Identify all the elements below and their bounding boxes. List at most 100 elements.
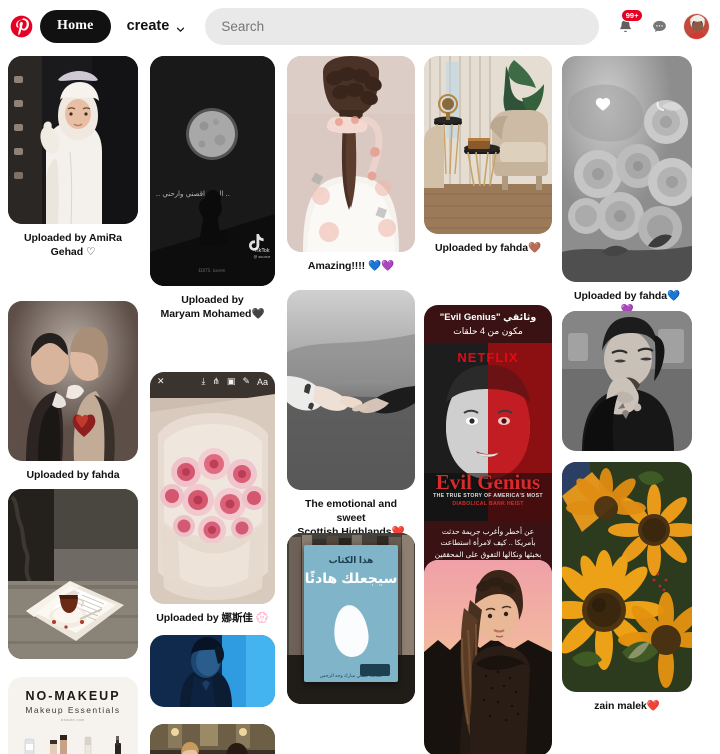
pin-card[interactable]: Uploaded by fahda🤎: [424, 56, 552, 255]
pin-caption: Uploaded by fahda🤎: [424, 234, 552, 255]
notifications-button[interactable]: 99+: [611, 9, 643, 40]
share-icon[interactable]: ⋔: [212, 376, 220, 387]
pin-caption: zain malek❤️: [562, 692, 692, 713]
pin-card[interactable]: هذا الكتاب سيجعلك هادئًا الكاتب حسني مبا…: [287, 533, 415, 704]
publisher-logo-icon: [360, 663, 391, 676]
pin-image-bride-hijab[interactable]: [8, 56, 138, 224]
red-heart-icon: ❤️: [646, 700, 660, 712]
tagline-line-2: DIABOLICAL BANK HEIST: [452, 501, 524, 508]
pin-card[interactable]: zain malek❤️: [562, 462, 692, 713]
product-cell: CREAMY foundation: [46, 731, 71, 754]
netflix-header-line-2: مكون من 4 حلقات: [453, 326, 523, 337]
pin-card[interactable]: NO-MAKEUP Makeup Essentials beaute.com P…: [8, 677, 138, 754]
caption-text: zain malek: [594, 700, 647, 712]
pin-card[interactable]: .. الشئ اقصني وارحني .. TikTok @ source …: [150, 56, 275, 321]
infographic-title: NO-MAKEUP: [25, 689, 121, 703]
netflix-header-line-1: وثائقي "Evil Genius": [439, 312, 537, 323]
create-menu-button[interactable]: create: [117, 10, 196, 42]
pin-card[interactable]: The emotional and sweet Scottish Highlan…: [287, 290, 415, 540]
blue-purple-hearts-icon: 💙💜: [368, 260, 395, 272]
infographic-footnote: beaute.com: [61, 718, 85, 722]
pin-image-two-figures-heart[interactable]: [8, 301, 138, 461]
feather-icon: [331, 603, 371, 659]
notifications-badge: 99+: [621, 9, 643, 22]
book-line-2: سيجعلك هادئًا: [304, 569, 398, 586]
search-input[interactable]: [205, 7, 599, 45]
pin-masonry-grid: Uploaded by AmiRa Gehad ♡ Uploaded by fa…: [0, 52, 720, 754]
infographic-subtitle: Makeup Essentials: [25, 705, 121, 715]
heart-outline-icon: ♡: [85, 246, 96, 259]
avatar[interactable]: [683, 12, 710, 40]
netflix-tagline: THE TRUE STORY OF AMERICA'S MOST DIABOLI…: [424, 493, 552, 509]
caption-text: Uploaded by 娜斯佳: [156, 612, 253, 624]
messages-button[interactable]: [645, 12, 673, 40]
pin-card[interactable]: Uploaded by fahda: [8, 301, 138, 482]
pin-card[interactable]: [562, 311, 692, 451]
pin-caption: Uploaded by fahda: [26, 469, 120, 481]
pin-card[interactable]: Amazing!!!! 💙💜: [287, 56, 415, 273]
close-icon[interactable]: ✕: [157, 376, 165, 387]
product-icon: [105, 731, 130, 754]
caption-line-1: Uploaded by: [181, 294, 244, 306]
pin-caption: Uploaded by AmiRa Gehad ♡: [8, 224, 138, 259]
svg-text:@ source: @ source: [254, 255, 271, 259]
netflix-pin-header: وثائقي "Evil Genius" مكون من 4 حلقات: [424, 305, 552, 343]
pin-card[interactable]: Uploaded by AmiRa Gehad ♡: [8, 56, 138, 259]
pin-image-living-room-decor[interactable]: [424, 56, 552, 234]
pin-image-arabic-book-cover[interactable]: هذا الكتاب سيجعلك هادئًا الكاتب حسني مبا…: [287, 533, 415, 704]
pin-image-girl-sunset[interactable]: [424, 560, 552, 754]
instagram-story-toolbar: ✕ ⤓ ⋔ ▣ ✎ Aa: [150, 376, 275, 387]
caption-text: Uploaded by AmiRa Gehad: [24, 232, 122, 259]
product-icon: [46, 731, 71, 754]
pin-image-pink-rose-bouquet[interactable]: ✕ ⤓ ⋔ ▣ ✎ Aa: [150, 372, 275, 604]
pin-image-white-roses-bw[interactable]: [562, 56, 692, 282]
book-cover: هذا الكتاب سيجعلك هادئًا الكاتب حسني مبا…: [303, 544, 399, 682]
pin-image-man-blue-portrait[interactable]: [150, 635, 275, 707]
download-icon[interactable]: ⤓: [201, 376, 205, 387]
pin-card[interactable]: [150, 635, 275, 707]
story-tools: ⤓ ⋔ ▣ ✎ Aa: [201, 376, 268, 387]
pin-caption: Uploaded by Maryam Mohamed🖤: [150, 286, 275, 321]
caption-line-2: Maryam Mohamed🖤: [154, 307, 271, 321]
caption-text: Uploaded by fahda: [434, 242, 529, 254]
pin-card[interactable]: Uploaded by fahda💙 💜: [562, 56, 692, 317]
caption-text: Amazing!!!!: [307, 260, 366, 272]
search-container: [201, 7, 605, 45]
pin-card[interactable]: [424, 560, 552, 754]
sticker-icon[interactable]: ▣: [227, 376, 236, 387]
create-label: create: [126, 18, 170, 34]
top-navigation-bar: Home create 99+: [0, 0, 720, 52]
pin-image-no-makeup-essentials[interactable]: NO-MAKEUP Makeup Essentials beaute.com P…: [8, 677, 138, 754]
no-makeup-infographic: NO-MAKEUP Makeup Essentials beaute.com P…: [8, 677, 138, 754]
pin-caption: Amazing!!!! 💙💜: [287, 252, 415, 273]
pin-image-couple-ballroom[interactable]: [150, 724, 275, 754]
pin-image-book-and-tea[interactable]: [8, 489, 138, 659]
draw-icon[interactable]: ✎: [242, 376, 250, 387]
pin-image-reaching-hands-bw[interactable]: [287, 290, 415, 490]
pin-image-braided-ponytail[interactable]: [287, 56, 415, 252]
svg-text:TikTok: TikTok: [253, 248, 269, 254]
pin-card[interactable]: [8, 489, 138, 659]
product-icon: [75, 731, 101, 754]
product-cell: TINTED CREAM light coverage: [75, 731, 101, 754]
book-line-1: هذا الكتاب: [328, 554, 374, 565]
product-cell: CLEAR brow gel: [105, 731, 130, 754]
caption-line-1: The emotional and sweet: [305, 498, 397, 525]
pin-image-sunflowers[interactable]: [562, 462, 692, 692]
brown-heart-icon: 🤎: [528, 242, 542, 254]
black-heart-icon: 🖤: [251, 308, 265, 321]
pinterest-logo-icon[interactable]: [8, 13, 34, 39]
pin-card[interactable]: [150, 724, 275, 754]
pin-caption: Uploaded by 娜斯佳 💮: [150, 604, 275, 625]
caption-text: Maryam Mohamed: [160, 308, 252, 321]
chevron-down-icon: [176, 22, 185, 32]
home-button[interactable]: Home: [40, 9, 111, 43]
product-grid: PRIMER smooth base CREAMY foundation TIN…: [16, 731, 130, 754]
pin-image-moon-silhouette[interactable]: .. الشئ اقصني وارحني .. TikTok @ source …: [150, 56, 275, 286]
pin-image-man-bw-portrait[interactable]: [562, 311, 692, 451]
product-cell: PRIMER smooth base: [16, 731, 42, 754]
caption-text: Uploaded by fahda: [573, 290, 668, 302]
netflix-title: Evil Genius: [435, 469, 541, 494]
pin-card[interactable]: ✕ ⤓ ⋔ ▣ ✎ Aa Uploaded by 娜斯佳 💮: [150, 372, 275, 625]
text-icon[interactable]: Aa: [257, 377, 268, 387]
